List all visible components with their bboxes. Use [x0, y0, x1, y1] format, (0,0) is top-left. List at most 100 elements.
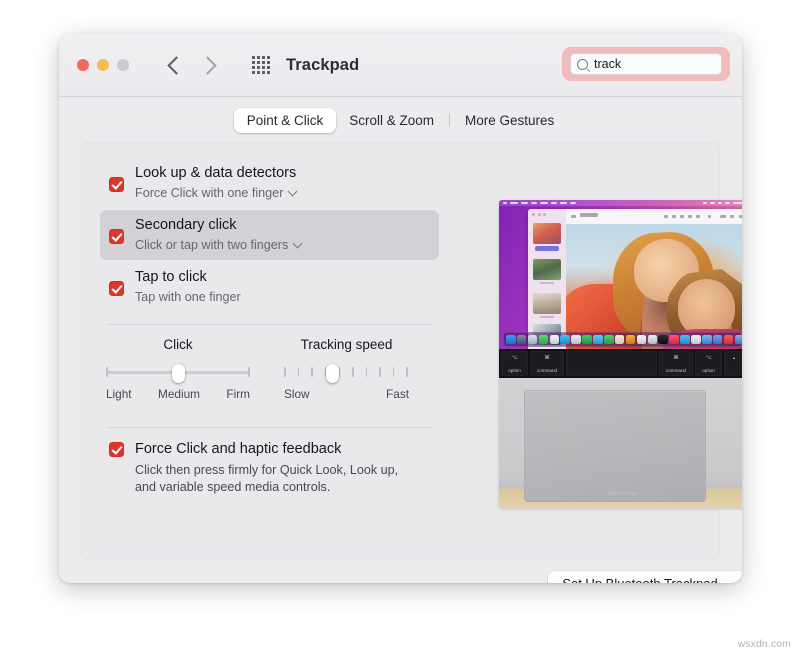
close-window-button[interactable] [77, 59, 89, 71]
slider-tick [284, 367, 286, 377]
preview-key-space [566, 351, 657, 376]
preview-screen [499, 200, 742, 349]
preview-thumbnail [533, 259, 561, 280]
slider-tick [379, 367, 381, 377]
zoom-window-button[interactable] [117, 59, 129, 71]
chevron-down-icon[interactable] [288, 187, 298, 197]
search-icon [577, 59, 588, 70]
minimize-window-button[interactable] [97, 59, 109, 71]
preview-dock [503, 332, 742, 347]
slider-mid-label: Medium [158, 387, 200, 401]
preview-key-arrows: ▴ [724, 351, 742, 376]
slider-tick [248, 367, 250, 377]
checkbox-secondary-click[interactable] [109, 229, 124, 244]
slider-tick [406, 367, 408, 377]
option-text-secondary-click: Secondary click Click or tap with two fi… [135, 216, 301, 254]
slider-tracking-knob[interactable] [326, 364, 339, 383]
preview-key-command-left: ⌘command [530, 351, 564, 376]
checkbox-force-click[interactable] [109, 442, 124, 457]
slider-tick [298, 367, 300, 377]
preview-key-command-right: ⌘command [659, 351, 693, 376]
slider-tracking-endlabels: Slow Fast [284, 387, 409, 401]
preview-menubar [499, 200, 742, 206]
tab-separator [449, 113, 450, 127]
preview-key-option-right: ⌥option [695, 351, 722, 376]
tab-bar: Point & Click Scroll & Zoom More Gesture… [59, 97, 742, 143]
option-row-force-click[interactable]: Force Click and haptic feedback Click th… [100, 440, 439, 496]
option-subtitle: Click or tap with two fingers [135, 236, 288, 254]
preview-photos-toolbar [566, 209, 742, 225]
slider-tick [366, 367, 368, 377]
divider-upper [108, 324, 431, 325]
slider-tick [338, 367, 340, 377]
slider-tracking-label: Tracking speed [284, 337, 409, 352]
search-input[interactable] [594, 57, 742, 71]
grid-dot [262, 66, 265, 69]
setup-bluetooth-trackpad-button[interactable]: Set Up Bluetooth Trackpad… [548, 571, 742, 583]
divider-lower [108, 427, 431, 428]
option-title: Look up & data detectors [135, 165, 296, 181]
slider-tracking-track[interactable] [284, 364, 409, 380]
tab-scroll-and-zoom[interactable]: Scroll & Zoom [336, 108, 447, 133]
grid-dot [267, 66, 270, 69]
back-chevron-icon[interactable] [167, 56, 185, 74]
sliders-section: Click Light Medium Firm Tr [100, 337, 439, 401]
grid-dot [257, 71, 260, 74]
grid-dot [267, 71, 270, 74]
preview-trackpad-notch [607, 492, 637, 495]
grid-dot [252, 61, 255, 64]
option-subtitle-row[interactable]: Click or tap with two fingers [135, 236, 301, 254]
grid-dot [262, 61, 265, 64]
option-title: Tap to click [135, 269, 207, 285]
preview-thumbnail [533, 223, 561, 244]
slider-min-label: Light [106, 387, 132, 401]
slider-tick [352, 367, 354, 377]
grid-dot [262, 56, 265, 59]
slider-max-label: Firm [226, 387, 250, 401]
search-field[interactable] [570, 53, 722, 75]
option-subtitle-row[interactable]: Force Click with one finger [135, 184, 296, 202]
content-panel: Look up & data detectors Force Click wit… [81, 142, 720, 559]
grid-dot [252, 56, 255, 59]
slider-max-label: Fast [386, 387, 409, 401]
settings-column: Look up & data detectors Force Click wit… [100, 158, 439, 496]
grid-dot [257, 56, 260, 59]
option-subtitle: Force Click with one finger [135, 184, 283, 202]
slider-tick [311, 367, 313, 377]
option-row-secondary-click[interactable]: Secondary click Click or tap with two fi… [100, 210, 439, 260]
option-text-look-up: Look up & data detectors Force Click wit… [135, 164, 296, 202]
grid-dot [267, 56, 270, 59]
slider-min-label: Slow [284, 387, 310, 401]
force-click-desc-line2: and variable speed media controls. [135, 479, 398, 496]
search-highlight-ring [562, 47, 730, 81]
slider-click-track[interactable] [106, 364, 250, 380]
grid-dot [257, 66, 260, 69]
tab-more-gestures[interactable]: More Gestures [452, 108, 567, 133]
option-subtitle-row: Tap with one finger [135, 288, 241, 306]
forward-chevron-icon[interactable] [198, 56, 216, 74]
slider-click-knob[interactable] [172, 364, 185, 383]
preview-selected-bar [535, 246, 559, 251]
preview-photos-sidebar [528, 209, 566, 349]
chevron-down-icon[interactable] [293, 239, 303, 249]
force-click-title: Force Click and haptic feedback [135, 441, 341, 457]
slider-click: Click Light Medium Firm [106, 337, 250, 401]
show-all-grid-icon[interactable] [252, 56, 270, 74]
traffic-light-group [77, 59, 129, 71]
option-text-tap-to-click: Tap to click Tap with one finger [135, 268, 241, 306]
force-click-description: Click then press firmly for Quick Look, … [135, 462, 398, 496]
grid-dot [267, 61, 270, 64]
checkbox-look-up[interactable] [109, 177, 124, 192]
track-line [284, 371, 409, 374]
slider-tick [106, 367, 108, 377]
tab-point-and-click[interactable]: Point & Click [234, 108, 337, 133]
option-row-tap-to-click[interactable]: Tap to click Tap with one finger [100, 262, 439, 312]
preview-thumbnail [533, 293, 561, 314]
checkbox-tap-to-click[interactable] [109, 281, 124, 296]
option-row-look-up[interactable]: Look up & data detectors Force Click wit… [100, 158, 439, 208]
preferences-window: Trackpad Point & Click Scroll & Zoom Mor… [59, 34, 742, 583]
preview-keyboard-row: ⌥option ⌘command ⌘command ⌥option ▴ [499, 349, 742, 378]
grid-dot [262, 71, 265, 74]
window-titlebar: Trackpad [59, 34, 742, 97]
force-click-text: Force Click and haptic feedback Click th… [135, 440, 398, 496]
